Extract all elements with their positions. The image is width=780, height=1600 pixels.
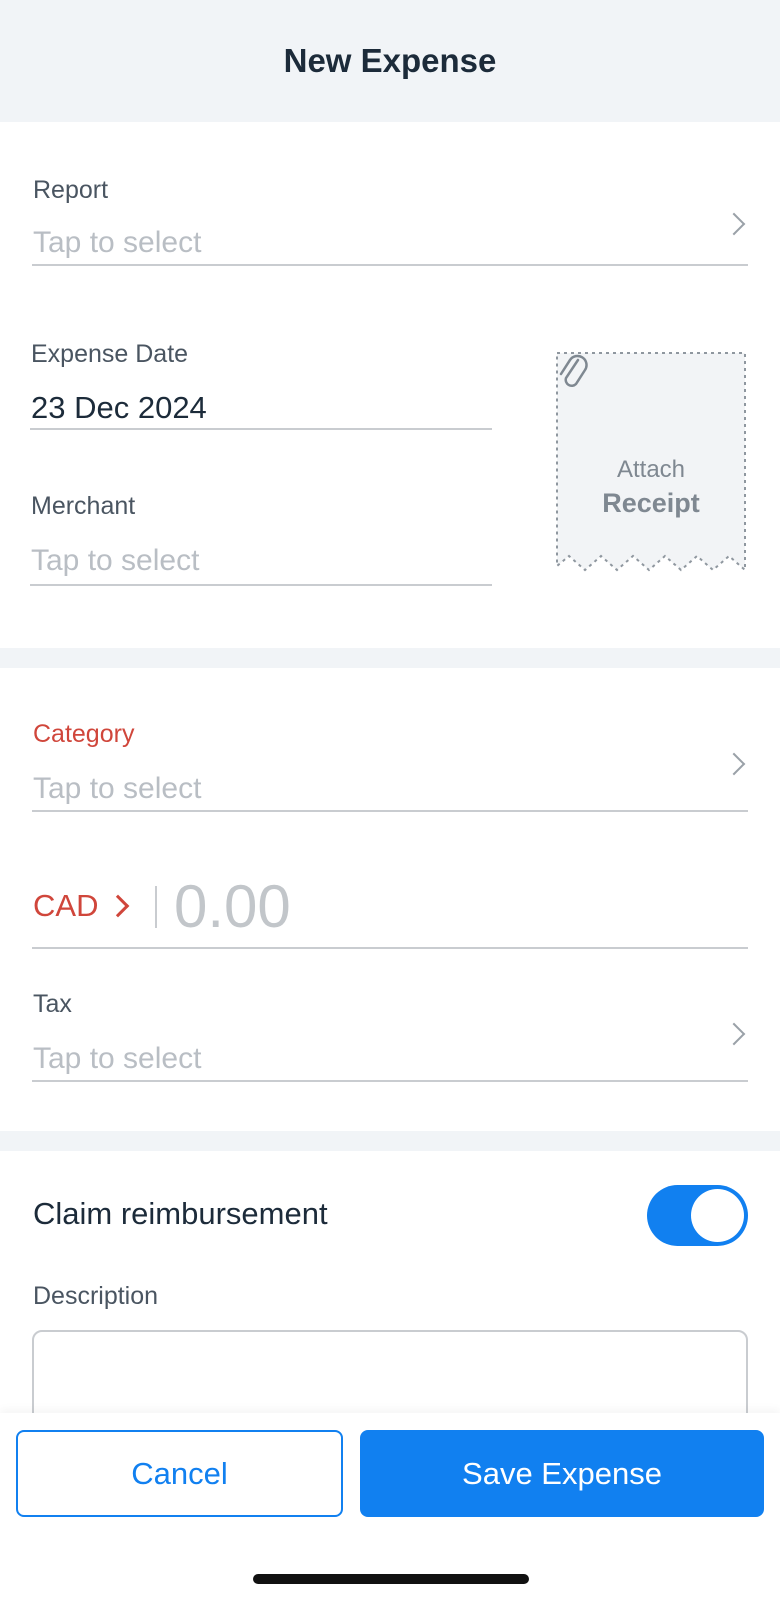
report-label: Report bbox=[33, 176, 109, 204]
report-placeholder: Tap to select bbox=[33, 226, 202, 259]
amount-input[interactable]: 0.00 bbox=[174, 872, 291, 941]
category-underline bbox=[32, 810, 748, 812]
cancel-button[interactable]: Cancel bbox=[16, 1430, 343, 1517]
page-title: New Expense bbox=[283, 42, 497, 79]
section-divider bbox=[0, 1131, 780, 1151]
claim-reimbursement-label: Claim reimbursement bbox=[33, 1196, 328, 1231]
expense-date-value: 23 Dec 2024 bbox=[31, 390, 207, 425]
category-label: Category bbox=[33, 720, 135, 748]
chevron-right-icon bbox=[722, 752, 746, 776]
tax-underline bbox=[32, 1080, 748, 1082]
amount-divider bbox=[155, 886, 157, 928]
chevron-right-icon bbox=[722, 1022, 746, 1046]
merchant-label: Merchant bbox=[31, 492, 136, 520]
chevron-right-icon bbox=[722, 212, 746, 236]
category-placeholder: Tap to select bbox=[33, 772, 202, 805]
paperclip-icon bbox=[559, 354, 588, 387]
home-indicator bbox=[253, 1574, 529, 1584]
section-divider bbox=[0, 648, 780, 668]
receipt-label: Receipt bbox=[602, 488, 700, 518]
chevron-right-icon bbox=[106, 894, 130, 918]
tax-label: Tax bbox=[33, 990, 72, 1018]
expense-date-underline bbox=[30, 428, 492, 430]
report-underline bbox=[32, 264, 748, 266]
merchant-placeholder: Tap to select bbox=[31, 544, 200, 577]
expense-date-label: Expense Date bbox=[31, 340, 189, 368]
tax-placeholder: Tap to select bbox=[33, 1042, 202, 1075]
toggle-knob bbox=[691, 1189, 744, 1242]
header: New Expense bbox=[0, 0, 780, 122]
claim-reimbursement-toggle[interactable] bbox=[647, 1185, 748, 1246]
attach-label: Attach bbox=[616, 456, 686, 483]
currency-selector[interactable]: CAD bbox=[33, 888, 98, 924]
save-expense-button[interactable]: Save Expense bbox=[360, 1430, 764, 1517]
amount-underline bbox=[32, 947, 748, 949]
merchant-underline bbox=[30, 584, 492, 586]
description-label: Description bbox=[33, 1282, 159, 1310]
attach-receipt-button[interactable]: Attach Receipt bbox=[556, 352, 746, 572]
